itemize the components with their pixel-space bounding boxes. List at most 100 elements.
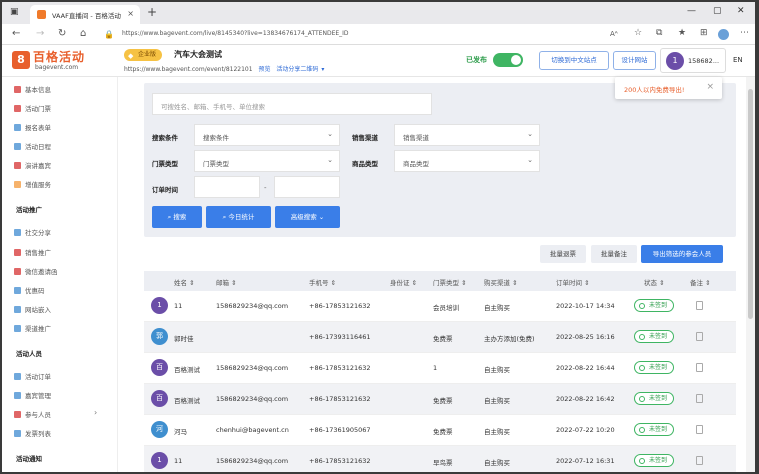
sidebar-item-tickets[interactable]: 活动门票 xyxy=(14,103,51,113)
qrcode-dropdown-icon[interactable]: ▾ xyxy=(321,66,324,73)
note-icon[interactable] xyxy=(696,425,703,434)
table-row[interactable]: 百百格测试 1586829234@qq.com +86-17853121632 免费票… xyxy=(144,384,736,415)
col-channel[interactable]: 购买渠道 ⇕ xyxy=(484,277,518,287)
publish-toggle[interactable] xyxy=(493,53,523,67)
cell-ticket: 1 xyxy=(433,364,438,372)
table-row[interactable]: 河河马 chenhui@bagevent.cn +86-17361905067 免费票… xyxy=(144,415,736,446)
chevron-down-icon: ⌄ xyxy=(316,213,325,221)
window-menu-icon[interactable]: ▣ xyxy=(10,7,19,17)
scrollbar-thumb[interactable] xyxy=(748,89,753,319)
cell-email: 1586829234@qq.com xyxy=(216,457,289,465)
order-time-start[interactable] xyxy=(194,176,260,198)
col-phone[interactable]: 手机号 ⇕ xyxy=(309,277,336,287)
sidebar-item-schedule[interactable]: 活动日程 xyxy=(14,141,51,151)
refresh-icon[interactable]: ↻ xyxy=(58,28,66,39)
sidebar-item-social-share[interactable]: 社交分享 xyxy=(14,227,51,237)
note-icon[interactable] xyxy=(696,394,703,403)
col-status[interactable]: 状态 ⇕ xyxy=(644,277,665,287)
window-close-icon[interactable]: ✕ xyxy=(737,6,745,16)
switch-site-button[interactable]: 切换到中文站点 xyxy=(539,51,609,70)
sidebar-item-coupon[interactable]: 优惠码 xyxy=(14,285,45,295)
cell-channel: 主办方添加(免费) xyxy=(484,335,535,343)
cell-time: 2022-08-25 16:16 xyxy=(556,333,615,341)
embed-icon xyxy=(14,306,21,313)
table-row[interactable]: 郭郭时佳 +86-17393116461 免费票 主办方添加(免费) 2022-08-2… xyxy=(144,322,736,353)
forward-icon[interactable]: → xyxy=(36,28,44,39)
logo-sub: bagevent.com xyxy=(35,64,79,71)
status-badge: 未签到 xyxy=(634,330,675,343)
split-screen-icon[interactable]: ⧉ xyxy=(656,28,662,38)
sidebar-item-guests[interactable]: 嘉宾管理 xyxy=(14,390,51,400)
back-icon[interactable]: ← xyxy=(12,28,20,39)
sidebar-item-channel[interactable]: 渠道推广 xyxy=(14,323,51,333)
browser-tab[interactable]: VAAF直播间 - 百格活动 × xyxy=(30,5,140,24)
search-cond-label: 搜索条件 xyxy=(152,134,178,142)
note-icon[interactable] xyxy=(696,363,703,372)
today-stats-button[interactable]: ⌕ 今日统计 xyxy=(206,206,271,228)
sidebar-item-orders[interactable]: 活动订单 xyxy=(14,371,51,381)
batch-note-button[interactable]: 批量备注 xyxy=(591,245,637,263)
more-icon[interactable]: ⋯ xyxy=(740,28,749,38)
chevron-right-icon[interactable]: › xyxy=(94,408,97,417)
favorite-icon[interactable]: ☆ xyxy=(634,28,642,38)
design-site-button[interactable]: 设计网站 xyxy=(613,51,656,70)
cell-email: 1586829234@qq.com xyxy=(216,302,289,310)
advanced-search-button[interactable]: 高级搜索 ⌄ xyxy=(275,206,340,228)
sidebar-item-services[interactable]: 增值服务 xyxy=(14,179,51,189)
note-icon[interactable] xyxy=(696,332,703,341)
qrcode-link[interactable]: 活动分享二维码 xyxy=(276,66,318,73)
col-time[interactable]: 订单时间 ⇕ xyxy=(556,277,590,287)
sidebar-item-sales-promo[interactable]: 销售推广 xyxy=(14,247,51,257)
sidebar-item-wechat-invite[interactable]: 微信邀请函 xyxy=(14,266,58,276)
tab-close-icon[interactable]: × xyxy=(127,9,134,18)
sidebar-item-attendees[interactable]: 参与人员 xyxy=(14,409,51,419)
note-icon[interactable] xyxy=(696,456,703,465)
event-url[interactable]: https://www.bagevent.com/event/8122101 xyxy=(124,66,253,73)
logo-text[interactable]: 百格活动 xyxy=(33,48,85,65)
favorites-bar-icon[interactable]: ★ xyxy=(678,28,686,38)
col-email[interactable]: 邮箱 ⇕ xyxy=(216,277,237,287)
scrollbar[interactable] xyxy=(746,77,755,472)
channel-select[interactable]: 销售渠道 ⌄ xyxy=(394,124,540,146)
table-row[interactable]: 1 11 1586829234@qq.com +86-17853121632 早鸟票 自主… xyxy=(144,446,736,472)
collections-icon[interactable]: ⊞ xyxy=(700,28,708,38)
note-icon[interactable] xyxy=(696,301,703,310)
logo-icon[interactable]: 8 xyxy=(12,51,30,69)
col-ticket[interactable]: 门票类型 ⇕ xyxy=(433,277,467,287)
search-cond-select[interactable]: 搜索条件 ⌄ xyxy=(194,124,340,146)
order-time-end[interactable] xyxy=(274,176,340,198)
preview-link[interactable]: 预览 xyxy=(258,66,270,73)
keyword-search-input[interactable]: 可搜姓名、邮箱、手机号、单位搜索 xyxy=(152,93,432,115)
cell-channel: 自主购买 xyxy=(484,459,510,467)
table-row[interactable]: 1 11 1586829234@qq.com +86-17853121632 会员培训自… xyxy=(144,291,736,322)
ticket-type-select[interactable]: 门票类型 ⌄ xyxy=(194,150,340,172)
new-tab-button[interactable]: + xyxy=(147,5,157,19)
profile-icon[interactable] xyxy=(718,29,729,40)
sidebar-item-invoices[interactable]: 发票列表 xyxy=(14,428,51,438)
user-menu[interactable]: 1 158682... xyxy=(660,48,726,73)
sidebar-item-basic-info[interactable]: 基本信息 xyxy=(14,84,51,94)
sidebar-item-speakers[interactable]: 演讲嘉宾 xyxy=(14,160,51,170)
batch-reject-button[interactable]: 批量退票 xyxy=(540,245,586,263)
language-switch[interactable]: EN xyxy=(733,56,743,64)
product-type-select[interactable]: 商品类型 ⌄ xyxy=(394,150,540,172)
col-note[interactable]: 备注 ⇕ xyxy=(690,277,711,287)
col-name[interactable]: 姓名 ⇕ xyxy=(174,277,195,287)
url-input[interactable]: https://www.bagevent.com/live/8145340?li… xyxy=(122,30,349,37)
maximize-icon[interactable]: ▢ xyxy=(713,6,722,16)
event-url-line: https://www.bagevent.com/event/8122101 预… xyxy=(124,64,324,73)
cell-phone: +86-17393116461 xyxy=(309,333,371,341)
minimize-icon[interactable]: — xyxy=(687,6,696,16)
guest-icon xyxy=(14,392,21,399)
search-button[interactable]: ⌕ 搜索 xyxy=(152,206,202,228)
status-label: 未签到 xyxy=(649,302,668,309)
col-idcard[interactable]: 身份证 ⇕ xyxy=(390,277,417,287)
home-icon[interactable]: ⌂ xyxy=(80,28,86,39)
sidebar-item-embed[interactable]: 网站嵌入 xyxy=(14,304,51,314)
sidebar-item-form[interactable]: 报名表单 xyxy=(14,122,51,132)
status-badge: 未签到 xyxy=(634,423,675,436)
export-button[interactable]: 导出筛选的参会人员 xyxy=(641,245,723,263)
read-aloud-icon[interactable]: Aᴬ xyxy=(610,30,618,38)
table-row[interactable]: 百百格测试 1586829234@qq.com +86-17853121632 1 自主… xyxy=(144,353,736,384)
toast-close-icon[interactable]: × xyxy=(706,82,714,92)
